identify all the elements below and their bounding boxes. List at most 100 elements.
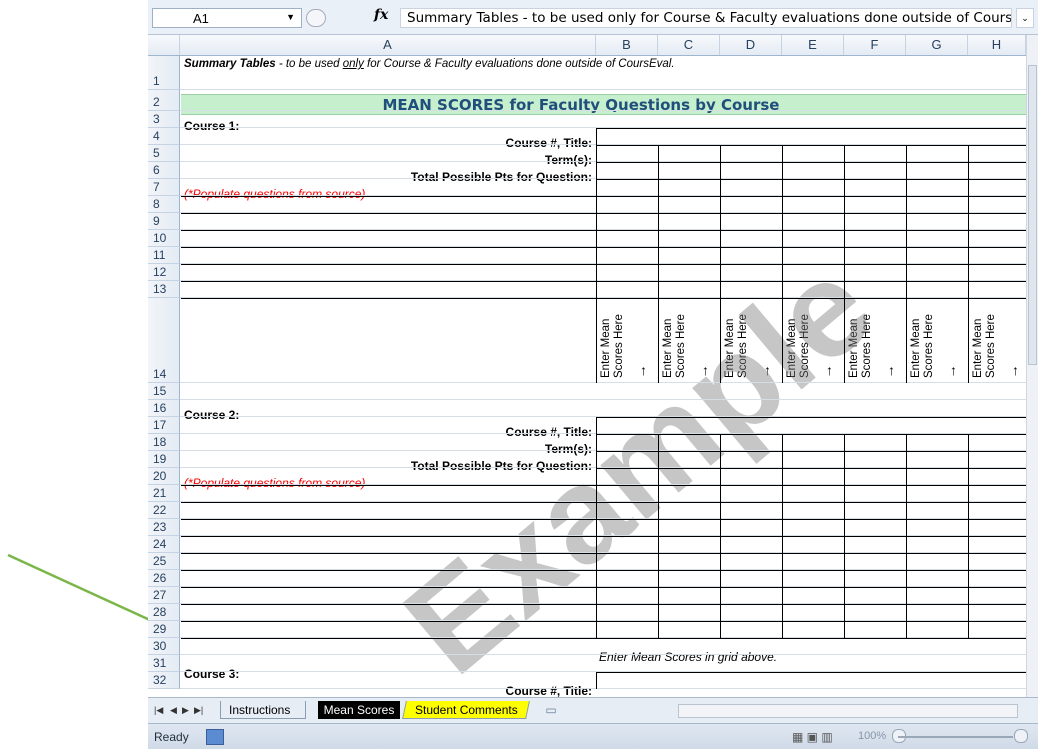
first-sheet-icon[interactable]: |◀ [154, 705, 163, 716]
cell-border [596, 672, 597, 689]
macro-record-icon[interactable] [206, 729, 224, 745]
cell-border [720, 434, 721, 638]
tab-instructions[interactable]: Instructions [220, 701, 306, 719]
column-header-f[interactable]: F [844, 35, 906, 55]
row-header[interactable]: 17 [148, 417, 180, 434]
zoom-level[interactable]: 100% [858, 730, 886, 742]
formula-input[interactable]: Summary Tables - to be used only for Cou… [400, 8, 1012, 28]
row-number: 15 [153, 384, 167, 398]
column-header-g[interactable]: G [906, 35, 968, 55]
prev-sheet-icon[interactable]: ◀ [170, 705, 177, 716]
insert-sheet-icon[interactable]: ▭ [536, 701, 566, 719]
cell-border [844, 298, 845, 383]
row-header[interactable]: 14 [148, 298, 180, 383]
cell-border [181, 502, 1026, 503]
row-header[interactable]: 26 [148, 570, 180, 587]
row-header[interactable]: 27 [148, 587, 180, 604]
row-header[interactable]: 15 [148, 383, 180, 400]
row-header[interactable]: 23 [148, 519, 180, 536]
row-header[interactable]: 29 [148, 621, 180, 638]
row-header[interactable]: 1 [148, 56, 180, 90]
sheet-tabs-bar: |◀ ◀ ▶ ▶| Instructions Mean Scores Stude… [148, 697, 1038, 724]
row-number: 25 [153, 554, 167, 568]
gridline [180, 399, 1026, 400]
view-buttons-icon[interactable]: ▦ ▣ ▥ [792, 730, 833, 744]
row-header[interactable]: 28 [148, 604, 180, 621]
formula-bar: A1 ▼ fx Summary Tables - to be used only… [148, 0, 1038, 35]
next-sheet-icon[interactable]: ▶ [182, 705, 189, 716]
row-header[interactable]: 3 [148, 111, 180, 128]
last-sheet-icon[interactable]: ▶| [194, 705, 203, 716]
row-header[interactable]: 9 [148, 213, 180, 230]
row-header[interactable]: 5 [148, 145, 180, 162]
column-header-a[interactable]: A [180, 35, 596, 55]
chevron-down-icon[interactable]: ▼ [286, 12, 295, 22]
cell-border [596, 417, 1026, 418]
vertical-scrollbar[interactable] [1026, 35, 1038, 697]
row-header[interactable]: 21 [148, 485, 180, 502]
enter-mean-vertical-label: Enter Mean Scores Here [972, 314, 997, 378]
vertical-scroll-thumb[interactable] [1028, 65, 1037, 365]
cell-border [596, 672, 1026, 673]
row-header[interactable]: 20 [148, 468, 180, 485]
row-number: 19 [153, 452, 167, 466]
row-header[interactable]: 6 [148, 162, 180, 179]
expand-formula-bar-button[interactable]: ⌄ [1016, 8, 1034, 28]
row-header[interactable]: 13 [148, 281, 180, 298]
banner: MEAN SCORES for Faculty Questions by Cou… [181, 94, 1026, 115]
cell-border [906, 145, 907, 298]
row-header[interactable]: 24 [148, 536, 180, 553]
zoom-slider[interactable] [898, 736, 1013, 738]
cell-border [596, 145, 1026, 146]
course-1-total-label: Total Possible Pts for Question: [410, 170, 592, 184]
enter-grid-note: Enter Mean Scores in grid above. [599, 650, 778, 664]
worksheet-grid[interactable]: Summary Tables - to be used only for Cou… [148, 56, 1026, 697]
row-header[interactable]: 19 [148, 451, 180, 468]
row-header[interactable]: 2 [148, 90, 180, 111]
cell-border [844, 145, 845, 298]
row-header[interactable]: 22 [148, 502, 180, 519]
row-header[interactable]: 32 [148, 672, 180, 689]
row-header[interactable]: 11 [148, 247, 180, 264]
cell-border [181, 264, 1026, 265]
up-arrow-icon: ↑ [702, 362, 709, 378]
row-header[interactable]: 31 [148, 655, 180, 672]
row-number: 7 [153, 180, 160, 194]
gridline [180, 382, 1026, 383]
fx-icon[interactable]: fx [374, 7, 388, 23]
row-header[interactable]: 7 [148, 179, 180, 196]
row-header[interactable]: 4 [148, 128, 180, 145]
cell-border [782, 145, 783, 298]
cell-border [968, 298, 969, 383]
row-header[interactable]: 10 [148, 230, 180, 247]
column-header-b[interactable]: B [596, 35, 658, 55]
course-2-title-label: Course #, Title: [505, 425, 592, 439]
cell-border [181, 553, 1026, 554]
tab-student-comments[interactable]: Student Comments [402, 701, 530, 719]
column-header-e[interactable]: E [782, 35, 844, 55]
row-number: 5 [153, 146, 160, 160]
zoom-in-icon[interactable] [1014, 729, 1028, 743]
row-header[interactable]: 30 [148, 638, 180, 655]
row-number: 17 [153, 418, 167, 432]
tab-student-comments-label: Student Comments [414, 703, 518, 717]
select-all-corner[interactable] [148, 35, 180, 55]
column-header-c[interactable]: C [658, 35, 720, 55]
horizontal-scrollbar[interactable] [678, 704, 1018, 718]
cell-border [181, 604, 1026, 605]
cell-border [181, 298, 1026, 299]
row-header[interactable]: 8 [148, 196, 180, 213]
row-header[interactable]: 18 [148, 434, 180, 451]
column-header-d[interactable]: D [720, 35, 782, 55]
name-box[interactable]: A1 ▼ [152, 8, 302, 28]
course-1-populate-note: (*Populate questions from source) [184, 187, 366, 201]
function-wizard-icon[interactable] [306, 9, 326, 27]
row-number: 11 [153, 248, 166, 262]
cell-border [596, 468, 1026, 469]
row-header[interactable]: 25 [148, 553, 180, 570]
tab-mean-scores[interactable]: Mean Scores [318, 701, 400, 719]
cell-border [596, 451, 1026, 452]
row-header[interactable]: 12 [148, 264, 180, 281]
row-header[interactable]: 16 [148, 400, 180, 417]
column-header-h[interactable]: H [968, 35, 1026, 55]
